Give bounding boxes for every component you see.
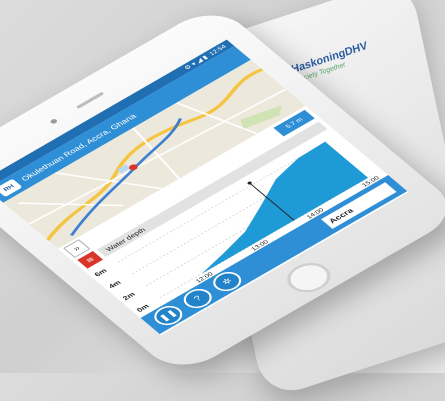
y-tick-label: 6m	[92, 267, 109, 278]
front-camera-icon	[49, 118, 59, 125]
scene: Royal HaskoningDHV Enhancing Society Tog…	[0, 0, 445, 401]
y-tick-label: 4m	[107, 279, 124, 290]
y-tick-label: 0m	[135, 302, 152, 313]
speaker-grille	[75, 91, 105, 109]
y-tick-label: 2m	[121, 290, 138, 301]
